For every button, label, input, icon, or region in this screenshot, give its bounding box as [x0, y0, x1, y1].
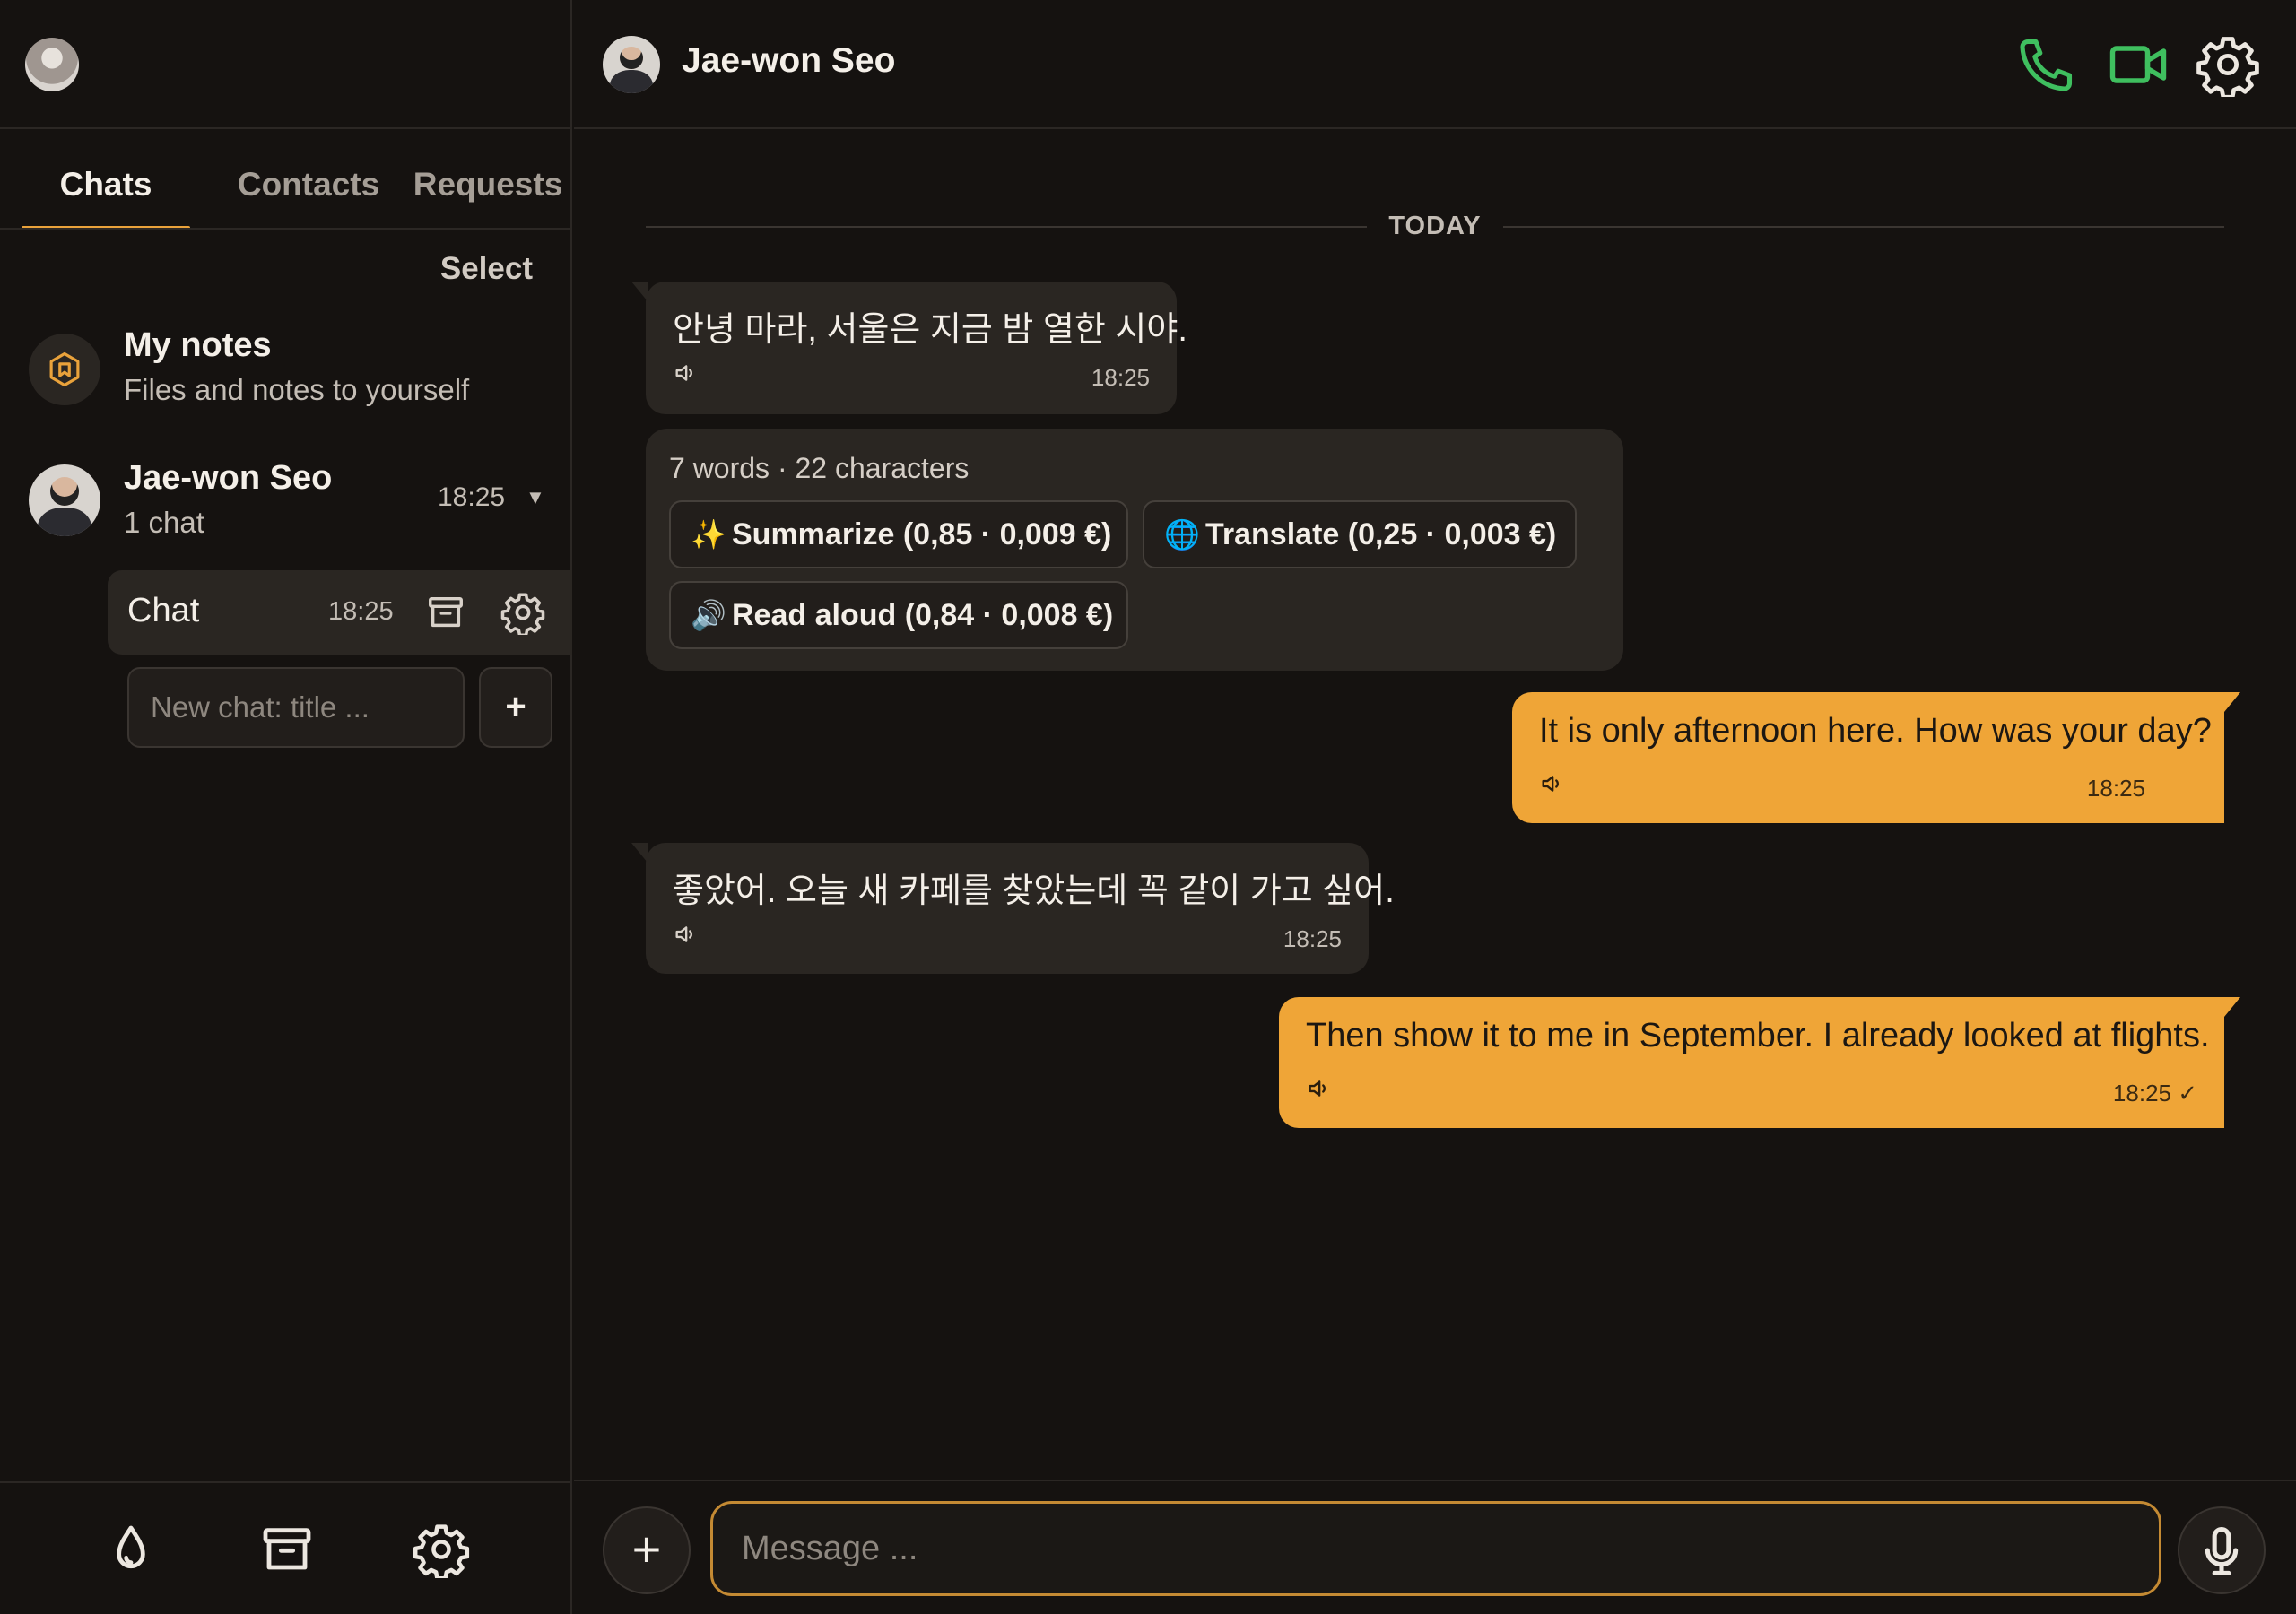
message-input[interactable] [710, 1501, 2161, 1596]
avatar-face-shape [620, 46, 643, 70]
message-text: 안녕 마라, 서울은 지금 밤 열한 시야. [673, 311, 1187, 349]
sidebar-top-bar [0, 0, 572, 129]
ai-actions-panel: 7 words · 22 characters ✨ Summarize (0,8… [646, 429, 1623, 671]
separator-line-right [1503, 226, 2224, 228]
message-stats: 7 words · 22 characters [669, 452, 970, 484]
speaker-icon[interactable] [1539, 771, 1564, 796]
conversation-title: Jae-won Seo [682, 41, 896, 80]
summarize-button[interactable]: ✨ Summarize (0,85 · 0,009 €) [669, 500, 1128, 568]
translate-label: Translate (0,25 · 0,003 €) [1205, 517, 1557, 551]
message-bubble-incoming[interactable]: 안녕 마라, 서울은 지금 밤 열한 시야. 18:25 [631, 282, 1187, 414]
chat-label: Chat [127, 592, 200, 629]
message-bubble-outgoing[interactable]: It is only afternoon here. How was your … [1512, 692, 2240, 823]
message-time-with-read-check: 18:25 ✓ [2112, 1080, 2197, 1106]
voice-call-phone-icon[interactable] [2014, 32, 2079, 97]
header-avatar[interactable] [603, 36, 660, 93]
message-composer: + [574, 1480, 2296, 1614]
conversation-header: Jae-won Seo [574, 0, 2296, 129]
add-chat-button[interactable]: + [479, 667, 552, 748]
speaker-icon[interactable] [1306, 1076, 1331, 1101]
chat-time: 18:25 [328, 597, 394, 626]
tab-requests[interactable]: Requests [391, 152, 585, 230]
settings-gear-icon[interactable] [413, 1521, 470, 1578]
chat-settings-gear-icon[interactable] [500, 590, 545, 635]
contact-avatar [29, 464, 100, 536]
message-bubble-outgoing[interactable]: Then show it to me in September. I alrea… [1279, 997, 2240, 1128]
sparkles-icon: ✨ [691, 518, 726, 551]
contact-name: Jae-won Seo [124, 459, 333, 497]
sidebar-bottom-bar [0, 1481, 572, 1614]
conversation-settings-gear-icon[interactable] [2196, 32, 2260, 97]
globe-icon: 🌐 [1164, 518, 1200, 551]
message-text: Then show it to me in September. I alrea… [1306, 1017, 2210, 1054]
attach-plus-button[interactable]: + [603, 1506, 691, 1594]
message-time: 18:25 [2086, 775, 2145, 802]
tab-contacts[interactable]: Contacts [210, 152, 407, 230]
avatar-body-shape [609, 70, 654, 93]
droplet-icon[interactable] [102, 1521, 160, 1578]
message-text: 좋았어. 오늘 새 카페를 찾았는데 꼭 같이 가고 싶어. [673, 872, 1395, 910]
contact-item[interactable]: Jae-won Seo 1 chat 18:25 ▼ [27, 456, 565, 554]
expand-caret-icon[interactable]: ▼ [526, 486, 545, 509]
notes-shield-icon [29, 334, 100, 405]
archive-icon[interactable] [425, 592, 466, 633]
summarize-label: Summarize (0,85 · 0,009 €) [732, 517, 1112, 551]
video-call-camera-icon[interactable] [2106, 32, 2170, 97]
message-time: 18:25 [1283, 925, 1342, 952]
sidebar-tabs: Chats Contacts Requests [22, 152, 572, 231]
contact-time: 18:25 [438, 482, 506, 512]
select-button[interactable]: Select [440, 251, 533, 287]
conversation-pane: Jae-won Seo TODAY 안녕 마라, 서울은 지금 밤 열한 시야.… [574, 0, 2296, 1614]
avatar-body-shape [37, 508, 92, 536]
speaker-icon[interactable] [673, 922, 698, 947]
notes-title: My notes [124, 326, 272, 364]
archive-box-icon[interactable] [258, 1521, 316, 1578]
read-aloud-button[interactable]: 🔊 Read aloud (0,84 · 0,008 €) [669, 581, 1128, 649]
translate-button[interactable]: 🌐 Translate (0,25 · 0,003 €) [1143, 500, 1577, 568]
sidebar: Chats Contacts Requests Select My notes … [0, 0, 572, 1614]
chat-item[interactable]: Chat 18:25 [108, 570, 572, 655]
message-bubble-incoming[interactable]: 좋았어. 오늘 새 카페를 찾았는데 꼭 같이 가고 싶어. 18:25 [631, 843, 1395, 974]
day-separator: TODAY [646, 208, 2224, 244]
message-time: 18:25 [1091, 364, 1150, 391]
notes-subtitle: Files and notes to yourself [124, 373, 470, 406]
read-aloud-label: Read aloud (0,84 · 0,008 €) [732, 598, 1114, 632]
messenger-app: Chats Contacts Requests Select My notes … [0, 0, 2296, 1614]
speaker-icon[interactable] [673, 360, 698, 386]
microphone-icon[interactable] [2178, 1506, 2266, 1594]
tab-chats[interactable]: Chats [22, 152, 190, 230]
avatar-face-shape [50, 477, 79, 507]
my-notes-item[interactable]: My notes Files and notes to yourself [27, 321, 565, 420]
speaker-loud-icon: 🔊 [691, 599, 726, 631]
new-chat-title-input[interactable] [127, 667, 465, 748]
message-text: It is only afternoon here. How was your … [1539, 712, 2212, 750]
contact-chat-count: 1 chat [124, 506, 204, 539]
own-avatar[interactable] [25, 38, 79, 91]
tabs-divider [0, 228, 572, 230]
